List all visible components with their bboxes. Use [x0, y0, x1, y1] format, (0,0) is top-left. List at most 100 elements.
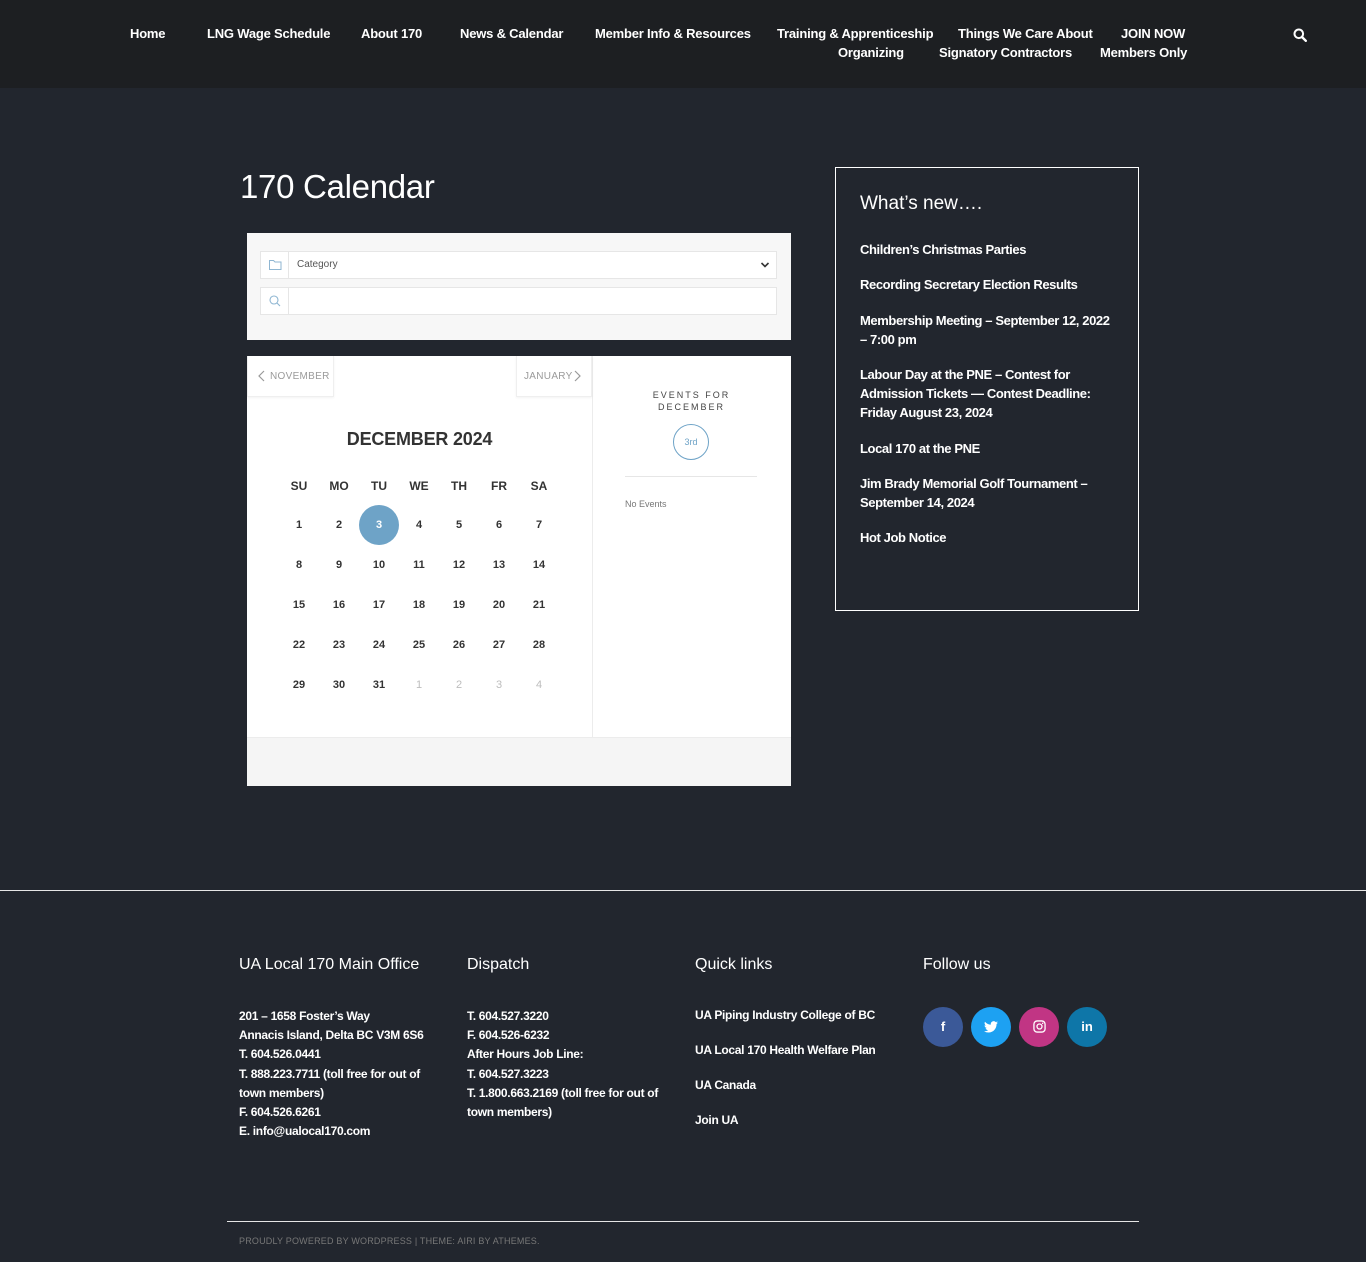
calendar-day[interactable]: 4 — [399, 505, 439, 545]
quick-link[interactable]: UA Local 170 Health Welfare Plan — [695, 1043, 876, 1057]
weekday-header: WE — [409, 479, 429, 493]
category-select[interactable]: Category — [260, 251, 777, 279]
news-link[interactable]: Jim Brady Memorial Golf Tournament – Sep… — [860, 474, 1116, 512]
calendar-day[interactable]: 21 — [519, 585, 559, 625]
events-for-heading: EVENTS FOR DECEMBER — [652, 390, 731, 412]
no-events-text: No Events — [625, 499, 667, 509]
category-select-label: Category — [297, 259, 338, 270]
calendar-day[interactable]: 7 — [519, 505, 559, 545]
instagram-icon[interactable] — [1019, 1007, 1059, 1047]
calendar-day[interactable]: 26 — [439, 625, 479, 665]
chevron-left-icon — [258, 370, 265, 382]
calendar-filter-panel: Category — [247, 233, 791, 340]
news-link[interactable]: Local 170 at the PNE — [860, 439, 1116, 458]
calendar-day-outside-month[interactable]: 4 — [519, 665, 559, 705]
office-title: UA Local 170 Main Office — [239, 956, 420, 973]
weekday-header: SA — [530, 479, 548, 493]
calendar-day[interactable]: 28 — [519, 625, 559, 665]
calendar-day[interactable]: 8 — [279, 545, 319, 585]
calendar-day[interactable]: 19 — [439, 585, 479, 625]
calendar-day[interactable]: 24 — [359, 625, 399, 665]
events-divider — [625, 476, 757, 477]
nav-home[interactable]: Home — [130, 26, 166, 41]
search-icon[interactable] — [1293, 28, 1307, 42]
footer-divider — [0, 890, 1366, 891]
nav-lng-wage-schedule[interactable]: LNG Wage Schedule — [207, 26, 330, 41]
nav-about[interactable]: About 170 — [361, 26, 422, 41]
calendar-footer — [247, 737, 791, 786]
news-link[interactable]: Children’s Christmas Parties — [860, 240, 1116, 259]
nav-news-calendar[interactable]: News & Calendar — [460, 26, 563, 41]
calendar-day[interactable]: 14 — [519, 545, 559, 585]
nav-member-info[interactable]: Member Info & Resources — [595, 26, 751, 41]
twitter-bird-icon — [984, 1021, 998, 1033]
folder-icon — [269, 260, 282, 270]
news-link[interactable]: Hot Job Notice — [860, 528, 1116, 547]
calendar-day[interactable]: 30 — [319, 665, 359, 705]
whats-new-title: What’s new…. — [860, 193, 983, 214]
dispatch-info: T. 604.527.3220 F. 604.526-6232 After Ho… — [467, 1009, 659, 1120]
calendar-day[interactable]: 16 — [319, 585, 359, 625]
prev-month-button[interactable]: NOVEMBER — [247, 356, 334, 397]
calendar-day[interactable]: 6 — [479, 505, 519, 545]
linkedin-icon[interactable]: in — [1067, 1007, 1107, 1047]
office-info: 201 – 1658 Foster’s Way Annacis Island, … — [239, 1009, 424, 1139]
quick-link[interactable]: Join UA — [695, 1113, 739, 1127]
calendar-day[interactable]: 10 — [359, 545, 399, 585]
news-link[interactable]: Recording Secretary Election Results — [860, 275, 1116, 294]
main-nav: Home LNG Wage Schedule About 170 News & … — [0, 0, 1366, 88]
calendar-day[interactable]: 23 — [319, 625, 359, 665]
nav-training[interactable]: Training & Apprenticeship — [777, 26, 934, 41]
quick-link[interactable]: UA Canada — [695, 1078, 756, 1092]
nav-organizing[interactable]: Organizing — [838, 45, 904, 60]
whats-new-widget: What’s new…. Children’s Christmas Partie… — [835, 167, 1139, 611]
site-credits[interactable]: PROUDLY POWERED BY WORDPRESS | THEME: AI… — [239, 1236, 540, 1246]
calendar-day[interactable]: 27 — [479, 625, 519, 665]
calendar-day[interactable]: 2 — [319, 505, 359, 545]
weekday-header: TU — [371, 479, 387, 493]
chevron-right-icon — [574, 370, 581, 382]
calendar-day[interactable]: 9 — [319, 545, 359, 585]
weekday-header: FR — [491, 479, 507, 493]
news-link[interactable]: Labour Day at the PNE – Contest for Admi… — [860, 365, 1116, 422]
news-link[interactable]: Membership Meeting – September 12, 2022 … — [860, 311, 1116, 349]
instagram-glyph-icon — [1032, 1020, 1046, 1033]
calendar-day[interactable]: 31 — [359, 665, 399, 705]
page-title: 170 Calendar — [240, 168, 435, 205]
next-month-button[interactable]: JANUARY — [516, 356, 592, 397]
twitter-icon[interactable] — [971, 1007, 1011, 1047]
quick-links-title: Quick links — [695, 956, 773, 973]
calendar-day-outside-month[interactable]: 2 — [439, 665, 479, 705]
calendar-day[interactable]: 12 — [439, 545, 479, 585]
calendar-day[interactable]: 11 — [399, 545, 439, 585]
calendar-day[interactable]: 15 — [279, 585, 319, 625]
calendar-day[interactable]: 17 — [359, 585, 399, 625]
calendar-day[interactable]: 29 — [279, 665, 319, 705]
calendar-day[interactable]: 3 — [359, 505, 399, 545]
calendar-widget: NOVEMBER JANUARY DECEMBER 2024 SU MO TU WE T… — [247, 356, 791, 786]
search-icon — [269, 295, 281, 307]
calendar-day[interactable]: 20 — [479, 585, 519, 625]
quick-link[interactable]: UA Piping Industry College of BC — [695, 1008, 875, 1022]
calendar-day[interactable]: 1 — [279, 505, 319, 545]
calendar-day[interactable]: 13 — [479, 545, 519, 585]
nav-signatory-contractors[interactable]: Signatory Contractors — [939, 45, 1072, 60]
nav-members-only[interactable]: Members Only — [1100, 45, 1187, 60]
nav-join-now[interactable]: JOIN NOW — [1121, 26, 1185, 41]
weekday-header: SU — [290, 479, 308, 493]
follow-us-title: Follow us — [923, 956, 991, 973]
calendar-day[interactable]: 5 — [439, 505, 479, 545]
calendar-day-outside-month[interactable]: 3 — [479, 665, 519, 705]
calendar-day[interactable]: 18 — [399, 585, 439, 625]
calendar-day-outside-month[interactable]: 1 — [399, 665, 439, 705]
nav-things-we-care-about[interactable]: Things We Care About — [958, 26, 1093, 41]
calendar-day[interactable]: 22 — [279, 625, 319, 665]
calendar-day[interactable]: 25 — [399, 625, 439, 665]
event-search-field[interactable] — [260, 287, 777, 315]
next-month-label: JANUARY — [524, 371, 573, 382]
weekday-header: MO — [329, 479, 349, 493]
calendar-divider — [592, 356, 593, 737]
facebook-icon[interactable]: f — [923, 1007, 963, 1047]
weekday-header: TH — [451, 479, 467, 493]
credits-divider — [227, 1221, 1139, 1222]
